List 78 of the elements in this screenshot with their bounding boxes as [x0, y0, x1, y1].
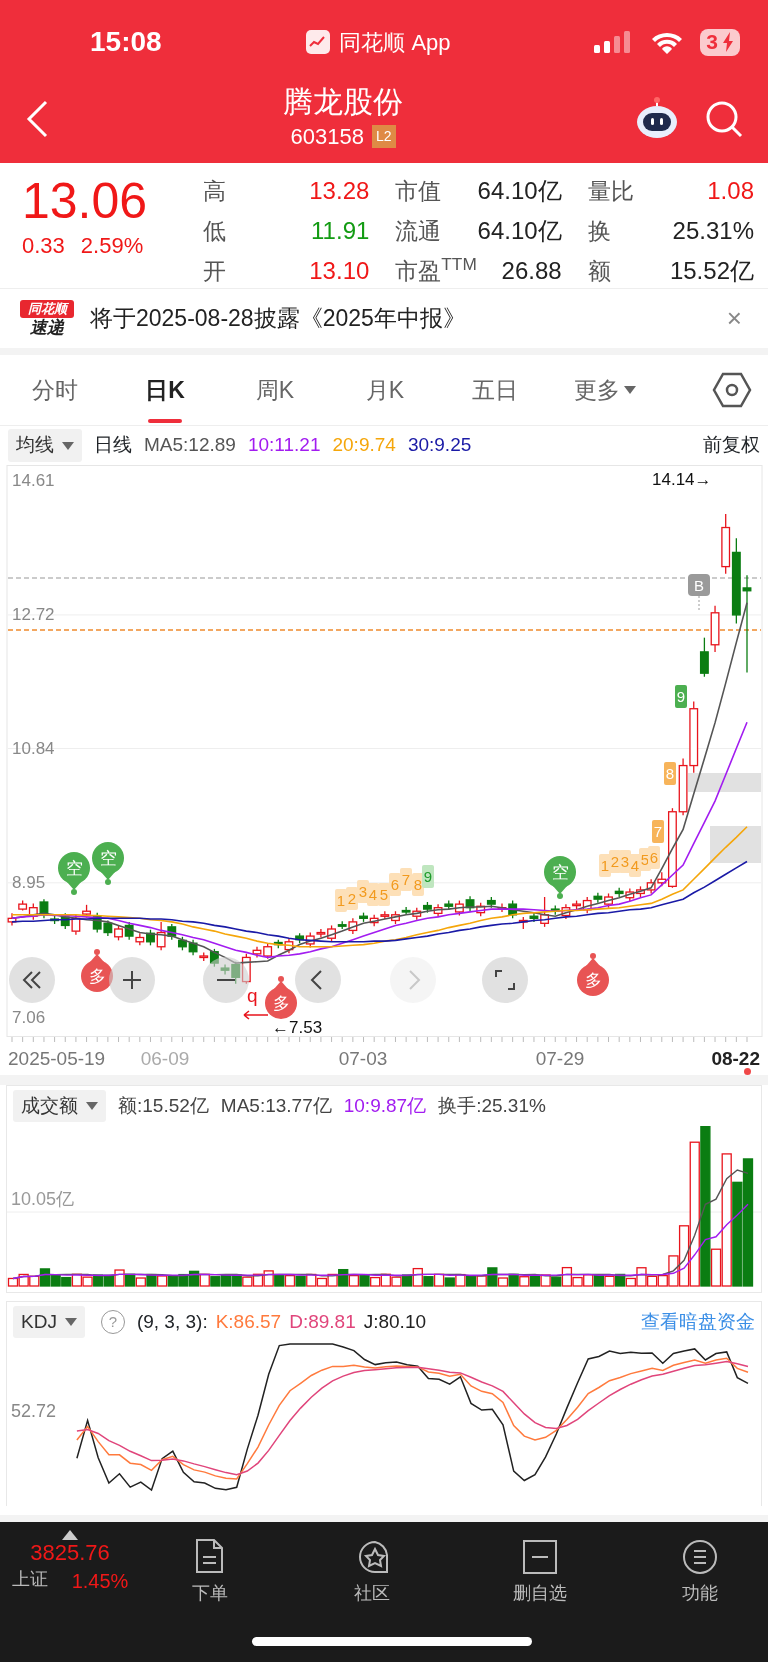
status-time: 15:08 — [90, 25, 162, 59]
sequence-count-tag: 2 — [346, 887, 358, 910]
axis-label: 52.72 — [11, 1401, 57, 1421]
stat-value: 13.28 — [309, 176, 370, 206]
axis-label: 12.72 — [12, 605, 55, 625]
axis-label: 8.95 — [12, 873, 46, 893]
stock-code: 603158 — [290, 123, 364, 151]
stat-label: 额 — [587, 256, 611, 286]
stat-value: 13.10 — [309, 256, 370, 286]
high-price-note: 14.14→ — [652, 470, 712, 489]
long-signal-pin: 多 — [265, 976, 297, 1019]
long-signal-pin: 多 — [81, 949, 113, 992]
date-label: 06-09 — [140, 1048, 190, 1069]
date-label: 07-29 — [535, 1048, 585, 1069]
low-mark: q — [247, 985, 258, 1006]
short-signal-pin: 空 — [58, 852, 90, 895]
axis-label: 10.84 — [12, 739, 55, 758]
indicator-value: D:89.81 — [289, 1309, 356, 1334]
axis-label: 10.05亿 — [11, 1189, 75, 1209]
stat-label: 高 — [203, 176, 226, 206]
date-label: 2025-05-19 — [8, 1048, 106, 1069]
sequence-count-tag: 8 — [664, 762, 676, 785]
last-price: 13.06 — [22, 173, 149, 229]
stat-label: 开 — [203, 256, 226, 286]
indicator-value: 换手:25.31% — [438, 1093, 546, 1118]
index-change: 1.45% — [71, 1569, 129, 1594]
short-signal-pin: 空 — [544, 856, 576, 899]
notice-text: 将于2025-08-28披露《2025年中报》 — [90, 304, 467, 334]
indicator-value: MA5:13.77亿 — [220, 1093, 332, 1118]
stat-value: 64.10亿 — [477, 216, 562, 246]
stat-label: 流通 — [395, 216, 442, 246]
period-label: 日线 — [94, 433, 132, 458]
logo-text: 同花顺 — [20, 299, 74, 318]
stat-value: 11.91 — [311, 216, 370, 246]
ma-value: 10:11.21 — [247, 433, 321, 458]
stat-value: 15.52亿 — [669, 256, 754, 286]
sequence-count-tag: 5 — [378, 883, 390, 906]
long-signal-pin: 多 — [577, 953, 609, 996]
date-label: 08-22 — [711, 1048, 760, 1069]
adjust-label: 前复权 — [703, 433, 760, 458]
sequence-count-tag: 9 — [675, 685, 687, 708]
stat-label: 市盈$^{TTM}$ — [395, 253, 477, 286]
sequence-count-tag: 9 — [422, 865, 434, 888]
indicator-params: (9, 3, 3): — [136, 1309, 208, 1334]
axis-label: 7.06 — [12, 1007, 46, 1027]
stat-value: 1.08 — [707, 176, 754, 206]
indicator-value: K:86.57 — [215, 1309, 282, 1334]
level-badge: L2 — [371, 125, 396, 148]
date-label: 07-03 — [338, 1048, 388, 1069]
ma-value: MA5:12.89 — [144, 433, 236, 458]
logo-text: 速递 — [29, 317, 66, 338]
app-name: 同花顺 App — [339, 28, 451, 57]
stat-value: 26.88 — [501, 256, 562, 286]
axis-label: 14.61 — [12, 471, 55, 491]
stat-label: 低 — [203, 216, 226, 246]
index-name: 上证 — [11, 1568, 48, 1591]
change-percent: 2.59% — [80, 232, 144, 260]
stat-label: 量比 — [587, 176, 634, 206]
short-signal-pin: 空 — [92, 842, 124, 885]
ma-value: 30:9.25 — [407, 433, 472, 458]
price-change: 0.33 — [22, 232, 65, 260]
sequence-count-tag: 6 — [389, 873, 401, 896]
sequence-count-tag: 1 — [335, 889, 347, 912]
sequence-count-tag: 7 — [400, 868, 412, 891]
stock-name: 腾龙股份 — [282, 84, 404, 120]
sequence-count-tag: 4 — [367, 883, 379, 906]
stat-label: 市值 — [395, 176, 442, 206]
stat-value: 64.10亿 — [477, 176, 562, 206]
stat-label: 换 — [587, 216, 611, 246]
indicator-value: J:80.10 — [363, 1309, 427, 1334]
indicator-value: 额:15.52亿 — [118, 1093, 209, 1118]
indicator-value: 10:9.87亿 — [343, 1093, 427, 1118]
sequence-count-tag: 7 — [652, 820, 664, 843]
battery-level: 3 — [706, 29, 718, 56]
stat-value: 25.31% — [672, 216, 754, 246]
low-price-note: ←7.53 — [272, 1018, 323, 1037]
ma-value: 20:9.74 — [332, 433, 396, 458]
sequence-count-tag: 6 — [648, 846, 660, 869]
